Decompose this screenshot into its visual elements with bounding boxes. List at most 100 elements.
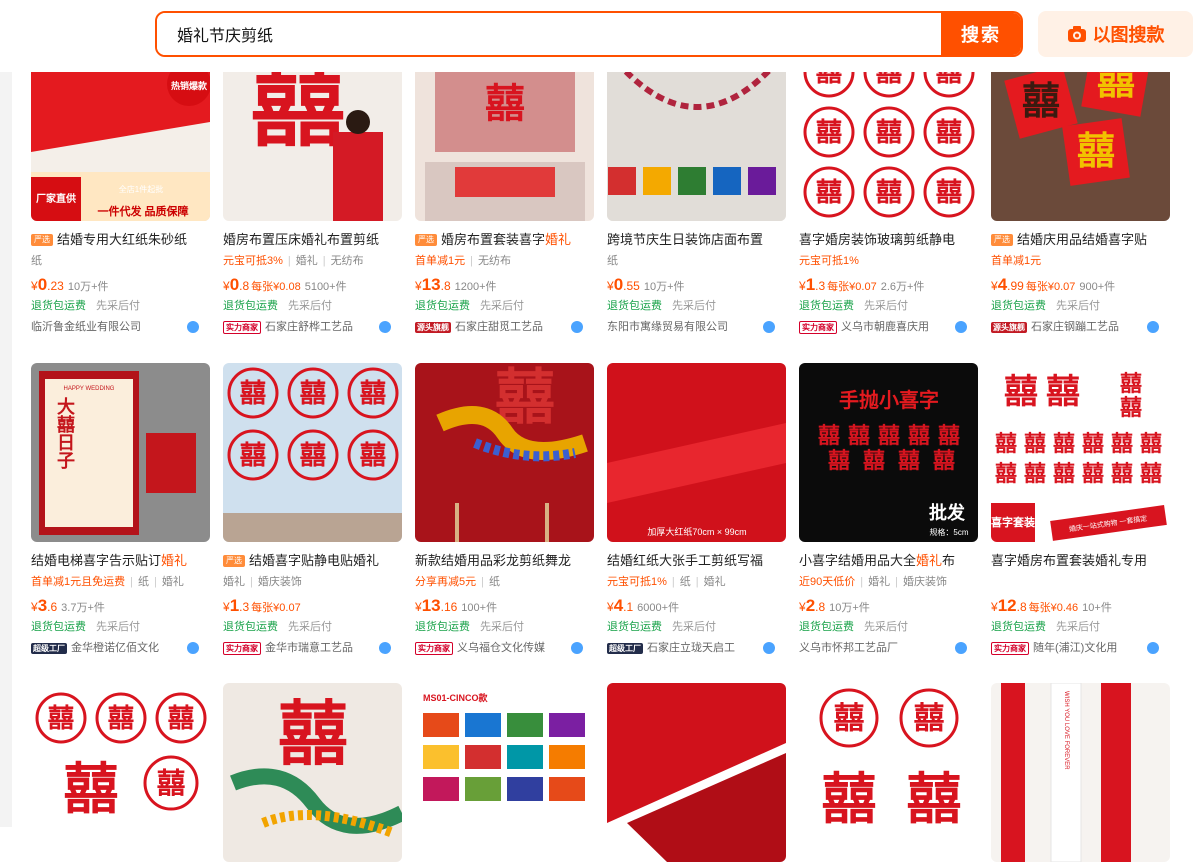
yanxuan-badge: 严选	[415, 234, 437, 246]
product-thumbnail[interactable]: 囍囍囍囍囍囍囍囍囍囍囍囍囍囍囍囍 喜字套装 婚庆一站式购物 一套搞定	[991, 363, 1170, 542]
product-card[interactable]: 囍囍囍囍	[799, 683, 981, 862]
product-card[interactable]: WISH YOU LOVE FOREVER	[991, 683, 1173, 862]
svg-text:囍: 囍	[1111, 461, 1133, 487]
shop-line[interactable]: 源头旗舰 石家庄甜觅工艺品	[415, 318, 591, 336]
svg-text:囍: 囍	[863, 448, 885, 474]
thumb-sub-text: 批发	[929, 502, 966, 523]
product-card[interactable]: HAPPY WEDDING 大囍日子 结婚电梯喜字告示贴订 婚礼首单减1元且免运费…	[31, 363, 213, 657]
product-title[interactable]: 严选 婚房布置套装喜字 婚礼	[415, 231, 591, 249]
product-thumbnail[interactable]: 囍	[415, 363, 594, 542]
product-title[interactable]: 严选 结婚喜字贴静电贴婚礼	[223, 552, 399, 570]
product-thumbnail[interactable]: HAPPY WEDDING 大囍日子	[31, 363, 210, 542]
price-integer: 0	[229, 275, 240, 294]
product-title[interactable]: 严选 结婚庆用品结婚喜字贴	[991, 231, 1167, 249]
product-card[interactable]: MS01-CINCO款	[415, 683, 597, 862]
price-line: ¥0.8 每张¥0.08 5100+件	[223, 275, 399, 295]
product-card[interactable]: 跨境节庆生日装饰店面布置纸 ¥0.55 10万+件 退货包运费 先采后付 东阳市寓缘贸易有…	[607, 42, 789, 336]
search-input[interactable]	[157, 13, 941, 55]
thumb-main-text: 大囍日子	[55, 396, 75, 469]
shop-line[interactable]: 超级工厂 石家庄立珑天启工	[607, 639, 783, 657]
shop-line[interactable]: 实力商家 义乌福仓文化传媒	[415, 639, 591, 657]
buy-now-pay-later: 先采后付	[672, 621, 716, 633]
svg-text:囍: 囍	[1053, 431, 1075, 457]
shop-line[interactable]: 实力商家 随年(浦江)文化用	[991, 639, 1167, 657]
attribute-tag: 婚礼	[223, 576, 245, 588]
chat-icon[interactable]	[187, 321, 199, 333]
price-decimal: .23	[47, 279, 64, 293]
product-card[interactable]: 囍囍囍严选 结婚庆用品结婚喜字贴 首单减1元 ¥4.99 每张¥0.07 900+件 退货包…	[991, 42, 1173, 336]
product-title[interactable]: 小喜字结婚用品大全 婚礼布	[799, 552, 975, 570]
product-card[interactable]	[607, 683, 789, 862]
product-card[interactable]: 热销爆款 厂家直供 全店1件起批 一件代发 品质保障 严选 结婚专用大红纸朱砂纸纸 ¥…	[31, 42, 213, 336]
product-thumbnail[interactable]: 囍囍囍囍	[799, 683, 978, 862]
product-title[interactable]: 喜字婚房布置套装婚礼专用	[991, 552, 1167, 570]
svg-text:囍: 囍	[1077, 129, 1115, 173]
product-card[interactable]: 囍	[223, 683, 405, 862]
svg-text:囍: 囍	[240, 440, 266, 471]
chat-icon[interactable]	[955, 642, 967, 654]
product-title[interactable]: 喜字婚房装饰玻璃剪纸静电	[799, 231, 975, 249]
price-decimal: .3	[815, 279, 826, 293]
chat-icon[interactable]	[763, 321, 775, 333]
product-title[interactable]: 严选 结婚专用大红纸朱砂纸	[31, 231, 207, 249]
product-thumbnail[interactable]: 加厚大红纸70cm × 99cm	[607, 363, 786, 542]
svg-text:囍: 囍	[300, 440, 326, 471]
shop-line[interactable]: 义乌市怀邦工艺品厂	[799, 639, 975, 657]
product-tags: 纸	[607, 253, 783, 269]
svg-text:囍: 囍	[1140, 431, 1162, 457]
shop-line[interactable]: 临沂鲁金纸业有限公司	[31, 318, 207, 336]
product-thumbnail[interactable]: 囍	[223, 683, 402, 862]
chat-icon[interactable]	[571, 642, 583, 654]
product-thumbnail[interactable]: 囍囍囍囍囍	[31, 683, 210, 862]
product-card[interactable]: 加厚大红纸70cm × 99cm 结婚红纸大张手工剪纸写福 元宝可抵1% | 纸 | 婚礼 ¥…	[607, 363, 789, 657]
product-card[interactable]: 囍囍囍囍囍囍严选 结婚喜字贴静电贴婚礼 婚礼 | 婚庆装饰 ¥1.3 每张¥0.07 退货包运…	[223, 363, 405, 657]
product-card[interactable]: 囍囍囍囍囍	[31, 683, 213, 862]
shop-name[interactable]: 临沂鲁金纸业有限公司	[31, 318, 207, 336]
product-thumbnail[interactable]: 手抛小喜字囍囍囍囍囍囍囍囍囍批发 规格：5cm	[799, 363, 978, 542]
service-line: 退货包运费 先采后付	[607, 297, 789, 315]
search-button[interactable]: 搜索	[941, 13, 1021, 55]
product-card[interactable]: 囍新款结婚用品彩龙剪纸舞龙 分享再减5元 | 纸 ¥13.16 100+件 退货包运费 先采后…	[415, 363, 597, 657]
shop-line[interactable]: 源头旗舰 石家庄钢蹦工艺品	[991, 318, 1167, 336]
product-title-highlight: 婚礼	[916, 553, 943, 568]
shop-line[interactable]: 超级工厂 金华橙诺亿佰文化	[31, 639, 207, 657]
product-thumbnail[interactable]	[607, 683, 786, 862]
product-title[interactable]: 结婚红纸大张手工剪纸写福	[607, 552, 783, 570]
svg-text:囍: 囍	[1082, 431, 1104, 457]
attribute-tag: 纸	[679, 576, 691, 588]
product-card[interactable]: 囍囍囍囍囍囍囍囍囍喜字婚房装饰玻璃剪纸静电 元宝可抵1% ¥1.3 每张¥0.07 2.…	[799, 42, 981, 336]
promo-tag: 首单减1元且免运费	[31, 576, 126, 588]
price-decimal: .8	[239, 279, 250, 293]
chat-icon[interactable]	[187, 642, 199, 654]
image-search-button[interactable]: 以图搜款	[1038, 11, 1193, 57]
product-card[interactable]: 手抛小喜字囍囍囍囍囍囍囍囍囍批发 规格：5cm 小喜字结婚用品大全 婚礼布近90天低…	[799, 363, 981, 657]
product-card[interactable]: 囍婚房布置压床婚礼布置剪纸 元宝可抵3% | 婚礼 | 无纺布 ¥0.8 每张¥0.08 510…	[223, 42, 405, 336]
chat-icon[interactable]	[1147, 642, 1159, 654]
product-title[interactable]: 结婚电梯喜字告示贴订 婚礼	[31, 552, 207, 570]
chat-icon[interactable]	[955, 321, 967, 333]
product-tags: 婚礼 | 婚庆装饰	[223, 574, 399, 590]
chat-icon[interactable]	[1147, 321, 1159, 333]
product-card[interactable]: 囍囍囍囍囍囍囍囍囍囍囍囍囍囍囍囍 喜字套装 婚庆一站式购物 一套搞定喜字婚房布置…	[991, 363, 1173, 657]
shop-name[interactable]: 义乌市怀邦工艺品厂	[799, 639, 975, 657]
shop-line[interactable]: 实力商家 义乌市朝鹿喜庆用	[799, 318, 975, 336]
chat-icon[interactable]	[379, 321, 391, 333]
product-thumbnail[interactable]: MS01-CINCO款	[415, 683, 594, 862]
chat-icon[interactable]	[379, 642, 391, 654]
price-decimal: .6	[47, 600, 58, 614]
shop-line[interactable]: 东阳市寓缘贸易有限公司	[607, 318, 783, 336]
shop-line[interactable]: 实力商家 金华市瑞意工艺品	[223, 639, 399, 657]
product-card[interactable]: 囍严选 婚房布置套装喜字 婚礼 首单减1元 | 无纺布 ¥13.8 1200+件 退货包运费 先采…	[415, 42, 597, 336]
shop-name[interactable]: 东阳市寓缘贸易有限公司	[607, 318, 783, 336]
buy-now-pay-later: 先采后付	[864, 300, 908, 312]
chat-icon[interactable]	[571, 321, 583, 333]
attribute-tag: 婚庆装饰	[902, 576, 947, 588]
product-title[interactable]: 婚房布置压床婚礼布置剪纸	[223, 231, 399, 249]
product-title[interactable]: 新款结婚用品彩龙剪纸舞龙	[415, 552, 591, 570]
chat-icon[interactable]	[763, 642, 775, 654]
product-thumbnail[interactable]: 囍囍囍囍囍囍	[223, 363, 402, 542]
price-integer: 4	[997, 275, 1008, 294]
product-thumbnail[interactable]: WISH YOU LOVE FOREVER	[991, 683, 1170, 862]
product-title[interactable]: 跨境节庆生日装饰店面布置	[607, 231, 783, 249]
shop-line[interactable]: 实力商家 石家庄舒桦工艺品	[223, 318, 399, 336]
